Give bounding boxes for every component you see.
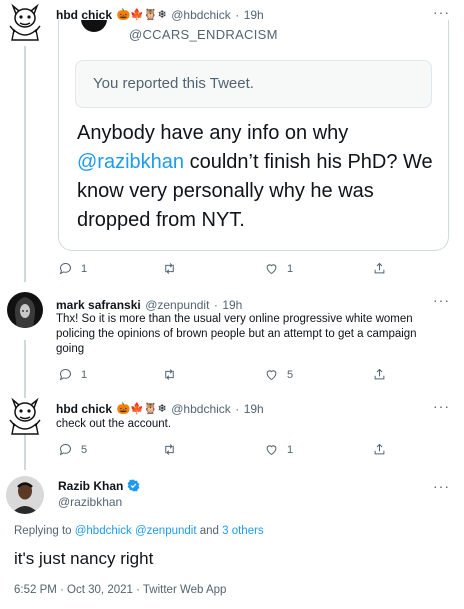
like-button[interactable]: 1 (264, 442, 293, 457)
thread-line (24, 340, 26, 398)
reply-icon (59, 263, 71, 275)
tweet-text: check out the account. (56, 418, 172, 430)
main-tweet-text: it's just nancy right (14, 549, 154, 568)
reply-icon (59, 444, 71, 456)
separator: · (213, 298, 218, 312)
more-options-icon[interactable]: ··· (433, 4, 450, 20)
reply-icon (59, 369, 71, 381)
reply-count: 1 (81, 368, 88, 381)
thread-line (24, 46, 26, 282)
timestamp[interactable]: 19h (222, 298, 242, 312)
heart-icon (266, 370, 277, 381)
display-name[interactable]: hbd chick (56, 402, 112, 416)
display-name[interactable]: Razib (58, 479, 90, 493)
replying-mentions[interactable]: @hbdchick @zenpundit (75, 525, 197, 537)
quoted-header: @CCARS_ENDRACISM (129, 27, 278, 42)
handle[interactable]: @hbdchick (171, 402, 231, 416)
more-options-icon[interactable]: ··· (433, 478, 450, 494)
avatar[interactable] (6, 476, 44, 514)
tweet-actions: 5 1 (56, 442, 464, 458)
cartoon-avatar-icon (9, 397, 41, 435)
avatar[interactable] (7, 292, 43, 328)
tweet-metadata[interactable]: 6:52 PM · Oct 30, 2021 · Twitter Web App (14, 584, 226, 596)
retweet-button[interactable] (162, 367, 177, 382)
reported-notice: You reported this Tweet. (75, 60, 432, 108)
tweet-actions: 1 5 (56, 367, 464, 383)
reply-count: 5 (81, 443, 88, 456)
retweet-icon (165, 263, 174, 274)
avatar[interactable] (6, 2, 44, 42)
display-name-2[interactable]: Khan (93, 479, 123, 493)
like-count: 1 (287, 443, 294, 456)
mention-link[interactable]: @razibkhan (77, 151, 184, 173)
retweet-icon (165, 369, 174, 380)
share-icon (374, 443, 385, 455)
more-options-icon[interactable]: ··· (433, 398, 450, 414)
tweet-actions: 1 1 (56, 261, 464, 277)
verified-badge-icon (127, 479, 140, 495)
like-button[interactable]: 5 (264, 367, 293, 382)
share-button[interactable] (372, 261, 387, 276)
replying-and: and (196, 525, 223, 537)
share-icon (374, 262, 385, 274)
person-avatar-icon (6, 476, 44, 514)
quoted-tweet-card[interactable]: @CCARS_ENDRACISM You reported this Tweet… (58, 20, 449, 251)
timestamp[interactable]: 19h (244, 402, 264, 416)
reply-button[interactable]: 1 (58, 367, 87, 382)
handle[interactable]: @razibkhan (58, 495, 122, 509)
reply-count: 1 (81, 262, 88, 275)
like-count: 1 (287, 262, 294, 275)
like-button[interactable]: 1 (264, 261, 293, 276)
retweet-button[interactable] (162, 261, 177, 276)
share-button[interactable] (372, 442, 387, 457)
share-icon (374, 368, 385, 380)
share-button[interactable] (372, 367, 387, 382)
reply-button[interactable]: 1 (58, 261, 87, 276)
replying-prefix: Replying to (14, 525, 75, 537)
avatar[interactable] (6, 396, 44, 436)
retweet-button[interactable] (162, 442, 177, 457)
quoted-text-before: Anybody have any info on why (77, 122, 349, 144)
replying-to: Replying to @hbdchick @zenpundit and 3 o… (14, 525, 264, 537)
like-count: 5 (287, 368, 294, 381)
cartoon-avatar-icon (9, 3, 41, 41)
replying-others-link[interactable]: 3 others (222, 525, 264, 537)
reply-button[interactable]: 5 (58, 442, 87, 457)
quoted-avatar (81, 20, 107, 32)
more-options-icon[interactable]: ··· (433, 292, 450, 308)
separator: · (235, 402, 240, 416)
quoted-text: Anybody have any info on why @razibkhan … (77, 119, 442, 235)
name-badges: 🎃🍁🦉❄ (116, 403, 167, 416)
hooded-figure-avatar-icon (14, 297, 36, 328)
retweet-icon (165, 444, 174, 455)
heart-icon (266, 445, 277, 456)
heart-icon (266, 264, 277, 275)
reported-notice-text: You reported this Tweet. (93, 75, 254, 92)
tweet-text: Thx! So it is more than the usual very o… (56, 313, 417, 355)
display-name[interactable]: mark safranski (56, 298, 141, 312)
handle[interactable]: @zenpundit (145, 298, 209, 312)
